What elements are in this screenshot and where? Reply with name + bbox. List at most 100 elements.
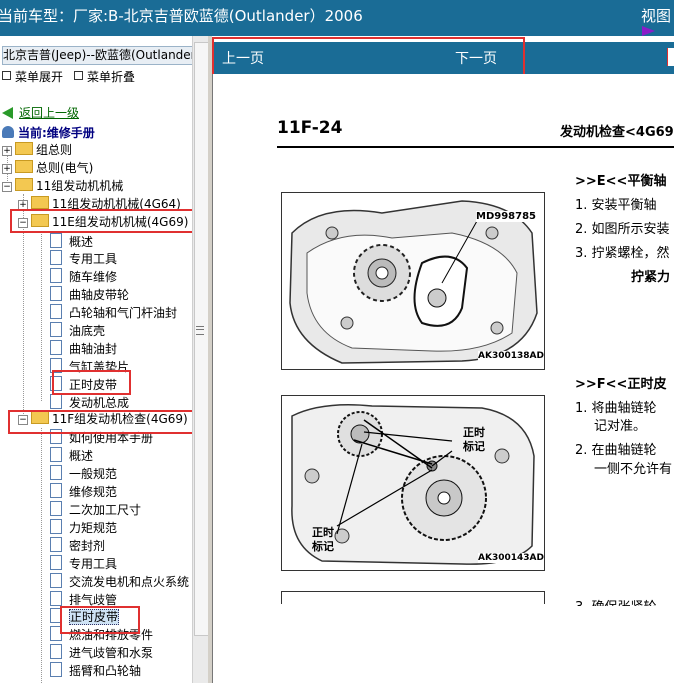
step-f-1b: 记对准。: [594, 419, 647, 434]
document-icon: [50, 268, 62, 284]
fig1-tool-label: MD998785: [476, 211, 536, 222]
document-icon: [50, 322, 62, 337]
tree-item-label: 专用工具: [69, 556, 118, 571]
expand-icon: [2, 71, 11, 80]
tree-item-label: 组总则: [36, 143, 73, 157]
document-icon: [50, 483, 62, 499]
expand-node-icon[interactable]: +: [2, 146, 12, 156]
document-icon: [50, 250, 62, 266]
tree-item-label: 交流发电机和点火系统: [69, 574, 190, 589]
manual-icon: [2, 126, 14, 138]
tree-item[interactable]: 随车维修: [50, 266, 117, 284]
navigation-tree-panel: 北京吉普(Jeep)--欧蓝德(Outlander) 菜单展开 菜单折叠 返回上…: [0, 36, 208, 683]
folder-icon: [15, 142, 33, 155]
document-icon: [50, 232, 62, 248]
tree-item[interactable]: 一般规范: [50, 463, 117, 481]
tree-item-label: 力矩规范: [69, 520, 118, 535]
fig2-mark-b2: 标记: [312, 540, 334, 553]
collapse-icon: [74, 71, 83, 80]
page-code: 11F-24: [277, 118, 343, 138]
tree-item[interactable]: 专用工具: [50, 248, 117, 266]
tree-item-label: 一般规范: [69, 467, 118, 482]
app-header: 当前车型：厂家:B-北京吉普欧蓝德(Outlander）2006 视图: [0, 0, 674, 36]
tree-item-label: 二次加工尺寸: [69, 503, 142, 517]
tree-item[interactable]: 摇臂和凸轮轴: [50, 660, 141, 678]
tree-item[interactable]: 进气歧管和水泵: [50, 642, 153, 660]
current-location: 当前:维修手册: [2, 124, 95, 141]
play-arrow-icon[interactable]: [642, 26, 655, 36]
tree-item[interactable]: 密封剂: [50, 535, 105, 553]
nav-edge: [667, 48, 674, 66]
step-f-2: 2. 在曲轴链轮: [575, 443, 657, 458]
back-arrow-icon: [2, 107, 13, 119]
tree-item[interactable]: 专用工具: [50, 553, 117, 571]
tree-item-label: 油底壳: [69, 324, 106, 338]
highlight-11f: [8, 410, 203, 434]
tree-item[interactable]: 曲轴油封: [50, 338, 117, 356]
tree-item[interactable]: 维修规范: [50, 481, 117, 499]
collapse-node-icon[interactable]: −: [2, 181, 12, 192]
tree-item-label: 密封剂: [69, 538, 106, 553]
tree-item[interactable]: 排气歧管: [50, 589, 117, 607]
view-menu[interactable]: 视图: [641, 5, 671, 26]
tree-item[interactable]: 曲轴皮带轮: [50, 284, 129, 302]
tree-item-label: 11组发动机机械: [36, 178, 124, 193]
tree-item[interactable]: 油底壳: [50, 320, 105, 338]
tree-item[interactable]: 力矩规范: [50, 517, 117, 535]
step-f-2b: 一侧不允许有: [594, 462, 673, 477]
document-icon: [50, 554, 62, 570]
tree-title: 北京吉普(Jeep)--欧蓝德(Outlander): [2, 46, 194, 65]
folder-icon: [31, 195, 49, 209]
highlight-11e: [10, 209, 199, 233]
fig2-code: AK300143AD: [478, 553, 544, 563]
document-icon: [50, 286, 62, 302]
document-icon: [50, 662, 62, 678]
tree-item-label: 摇臂和凸轮轴: [69, 664, 142, 679]
expand-node-icon[interactable]: +: [2, 163, 12, 174]
fig2-mark-a2: 标记: [463, 440, 485, 453]
figure-tensioner: [281, 591, 545, 604]
document-icon: [50, 536, 62, 552]
tree-item-label: 随车维修: [69, 270, 118, 285]
step-f-title: >>F<<正时皮: [575, 377, 667, 392]
document-icon: [50, 644, 62, 660]
step-e-3: 3. 拧紧螺栓，然: [575, 246, 670, 261]
tree-scrollbar[interactable]: [192, 36, 209, 683]
tree-item[interactable]: 概述: [50, 445, 93, 463]
expand-all-button[interactable]: 菜单展开: [2, 68, 63, 85]
fig1-code: AK300138AD: [478, 351, 544, 361]
tree-item-label: 进气歧管和水泵: [69, 646, 154, 661]
section-title: 发动机检查<4G69: [560, 125, 674, 140]
document-icon: [50, 393, 62, 409]
tree-item[interactable]: + 总则(电气): [2, 159, 93, 177]
step-f-1: 1. 将曲轴链轮: [575, 401, 657, 416]
tree-item[interactable]: 概述: [50, 231, 93, 249]
document-icon: [50, 518, 62, 534]
scroll-thumb[interactable]: [194, 42, 209, 636]
tree-item[interactable]: − 11组发动机机械: [2, 177, 123, 195]
tree-item[interactable]: + 组总则: [2, 141, 72, 159]
tree-item-label: 维修规范: [69, 485, 118, 500]
tree-item[interactable]: 交流发电机和点火系统: [50, 571, 189, 589]
step-3: 3. 确保张紧轮: [575, 596, 657, 606]
highlight-timing-belt-2: [60, 606, 140, 634]
step-e-title: >>E<<平衡轴: [575, 174, 667, 189]
document-icon: [50, 465, 62, 481]
tree-item-label: 曲轴油封: [69, 341, 118, 356]
tree-item-label: 曲轴皮带轮: [69, 288, 130, 303]
scroll-grip-icon: [196, 326, 204, 335]
step-e-torque: 拧紧力: [631, 270, 671, 285]
tree-item-label: 概述: [69, 449, 94, 464]
highlight-nav: [212, 37, 525, 79]
back-link[interactable]: 返回上一级: [2, 104, 79, 121]
tree-item-label: 总则(电气): [36, 160, 94, 175]
tree-item[interactable]: 凸轮轴和气门杆油封: [50, 302, 177, 320]
document-icon: [50, 572, 62, 588]
figure-timing-belt: 正时 标记 正时 标记 AK300143AD: [281, 395, 545, 571]
tree-item-label: 发动机总成: [69, 395, 130, 410]
collapse-all-button[interactable]: 菜单折叠: [74, 68, 135, 85]
document-icon: [50, 590, 62, 606]
tree-item[interactable]: 二次加工尺寸: [50, 499, 141, 517]
current-vehicle-label: 当前车型：厂家:B-北京吉普欧蓝德(Outlander）2006: [0, 7, 363, 25]
document-icon: [50, 339, 62, 355]
